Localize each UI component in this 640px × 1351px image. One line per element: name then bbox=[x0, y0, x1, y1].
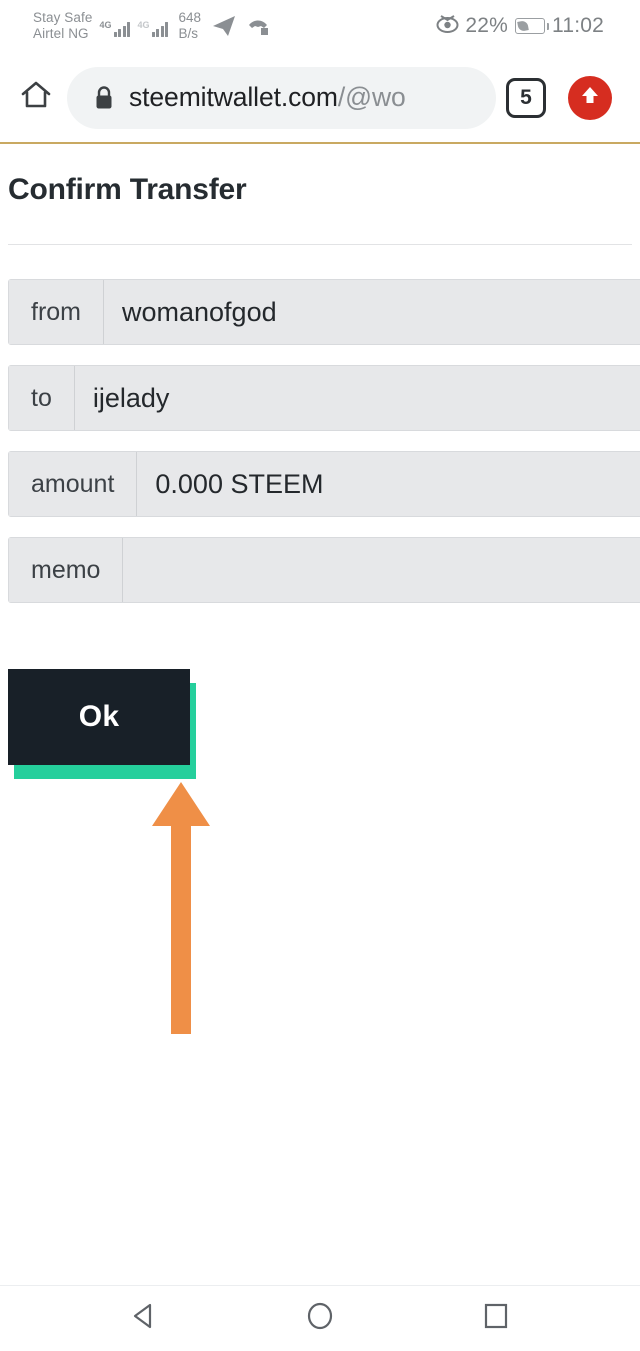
page-load-progress-bar bbox=[0, 142, 640, 144]
recents-square-icon bbox=[480, 1300, 512, 1337]
address-bar[interactable]: steemitwallet.com/@wo bbox=[67, 66, 496, 129]
table-row: amount 0.000 STEEM bbox=[8, 451, 640, 517]
sim1-signal-bars-icon bbox=[113, 22, 131, 37]
field-label-from: from bbox=[9, 280, 104, 344]
nav-back-button[interactable] bbox=[116, 1291, 172, 1347]
field-label-memo: memo bbox=[9, 538, 124, 602]
sim2-signal-indicator: 4G bbox=[137, 15, 169, 37]
carrier-label: Stay Safe Airtel NG bbox=[33, 10, 92, 42]
status-bar-left: Stay Safe Airtel NG 4G 4G 648 B/s bbox=[33, 10, 269, 42]
home-circle-icon bbox=[304, 1300, 336, 1337]
carrier-line-1: Stay Safe bbox=[33, 10, 93, 26]
field-label-amount: amount bbox=[9, 452, 138, 516]
browser-menu-button[interactable] bbox=[568, 75, 612, 120]
ok-button-container: Ok bbox=[0, 669, 196, 779]
table-row: from womanofgod bbox=[8, 279, 640, 345]
telegram-icon bbox=[212, 15, 236, 37]
title-divider bbox=[8, 244, 632, 245]
page-title: Confirm Transfer bbox=[8, 173, 247, 206]
sim1-signal-indicator: 4G bbox=[99, 15, 131, 37]
home-button[interactable] bbox=[11, 73, 61, 123]
status-bar-right: 22% 11:02 bbox=[435, 12, 604, 40]
upload-arrow-icon bbox=[577, 82, 603, 113]
field-label-to: to bbox=[9, 366, 75, 430]
missed-call-icon bbox=[247, 16, 269, 36]
tab-switcher-button[interactable]: 5 bbox=[506, 77, 546, 118]
field-value-memo bbox=[123, 538, 640, 602]
system-navigation-bar bbox=[0, 1285, 640, 1351]
url-path: /@wo bbox=[337, 82, 406, 112]
field-value-amount: 0.000 STEEM bbox=[137, 452, 640, 516]
ok-button-label: Ok bbox=[78, 700, 120, 733]
table-row: memo bbox=[8, 537, 640, 603]
data-speed-value: 648 bbox=[178, 10, 201, 26]
nav-home-button[interactable] bbox=[292, 1291, 348, 1347]
sim2-signal-bars-icon bbox=[151, 22, 169, 37]
status-bar: Stay Safe Airtel NG 4G 4G 648 B/s 22% 11… bbox=[0, 0, 640, 52]
url-text: steemitwallet.com/@wo bbox=[129, 82, 406, 113]
phone-screen: Stay Safe Airtel NG 4G 4G 648 B/s 22% 11… bbox=[0, 0, 640, 1351]
lock-icon bbox=[93, 85, 115, 111]
browser-toolbar: steemitwallet.com/@wo 5 bbox=[0, 52, 640, 143]
clock-label: 11:02 bbox=[552, 14, 604, 37]
table-row: to ijelady bbox=[8, 365, 640, 431]
nav-recents-button[interactable] bbox=[468, 1291, 524, 1347]
back-triangle-icon bbox=[128, 1300, 160, 1337]
eye-care-icon bbox=[435, 12, 460, 40]
data-speed-indicator: 648 B/s bbox=[178, 10, 201, 42]
home-icon bbox=[19, 78, 53, 117]
url-domain: steemitwallet.com bbox=[129, 82, 338, 112]
data-speed-unit: B/s bbox=[178, 26, 198, 41]
battery-percent-label: 22% bbox=[465, 14, 508, 37]
field-value-to: ijelady bbox=[74, 366, 640, 430]
tab-count-label: 5 bbox=[520, 85, 532, 109]
sim1-network-label: 4G bbox=[99, 20, 112, 30]
ok-button[interactable]: Ok bbox=[8, 669, 190, 765]
sim2-network-label: 4G bbox=[137, 20, 150, 30]
carrier-line-2: Airtel NG bbox=[33, 26, 89, 41]
transfer-details-list: from womanofgod to ijelady amount 0.000 … bbox=[0, 279, 640, 603]
field-value-from: womanofgod bbox=[104, 280, 640, 344]
web-page-content: Confirm Transfer from womanofgod to ijel… bbox=[0, 145, 640, 1285]
battery-icon bbox=[515, 18, 549, 34]
